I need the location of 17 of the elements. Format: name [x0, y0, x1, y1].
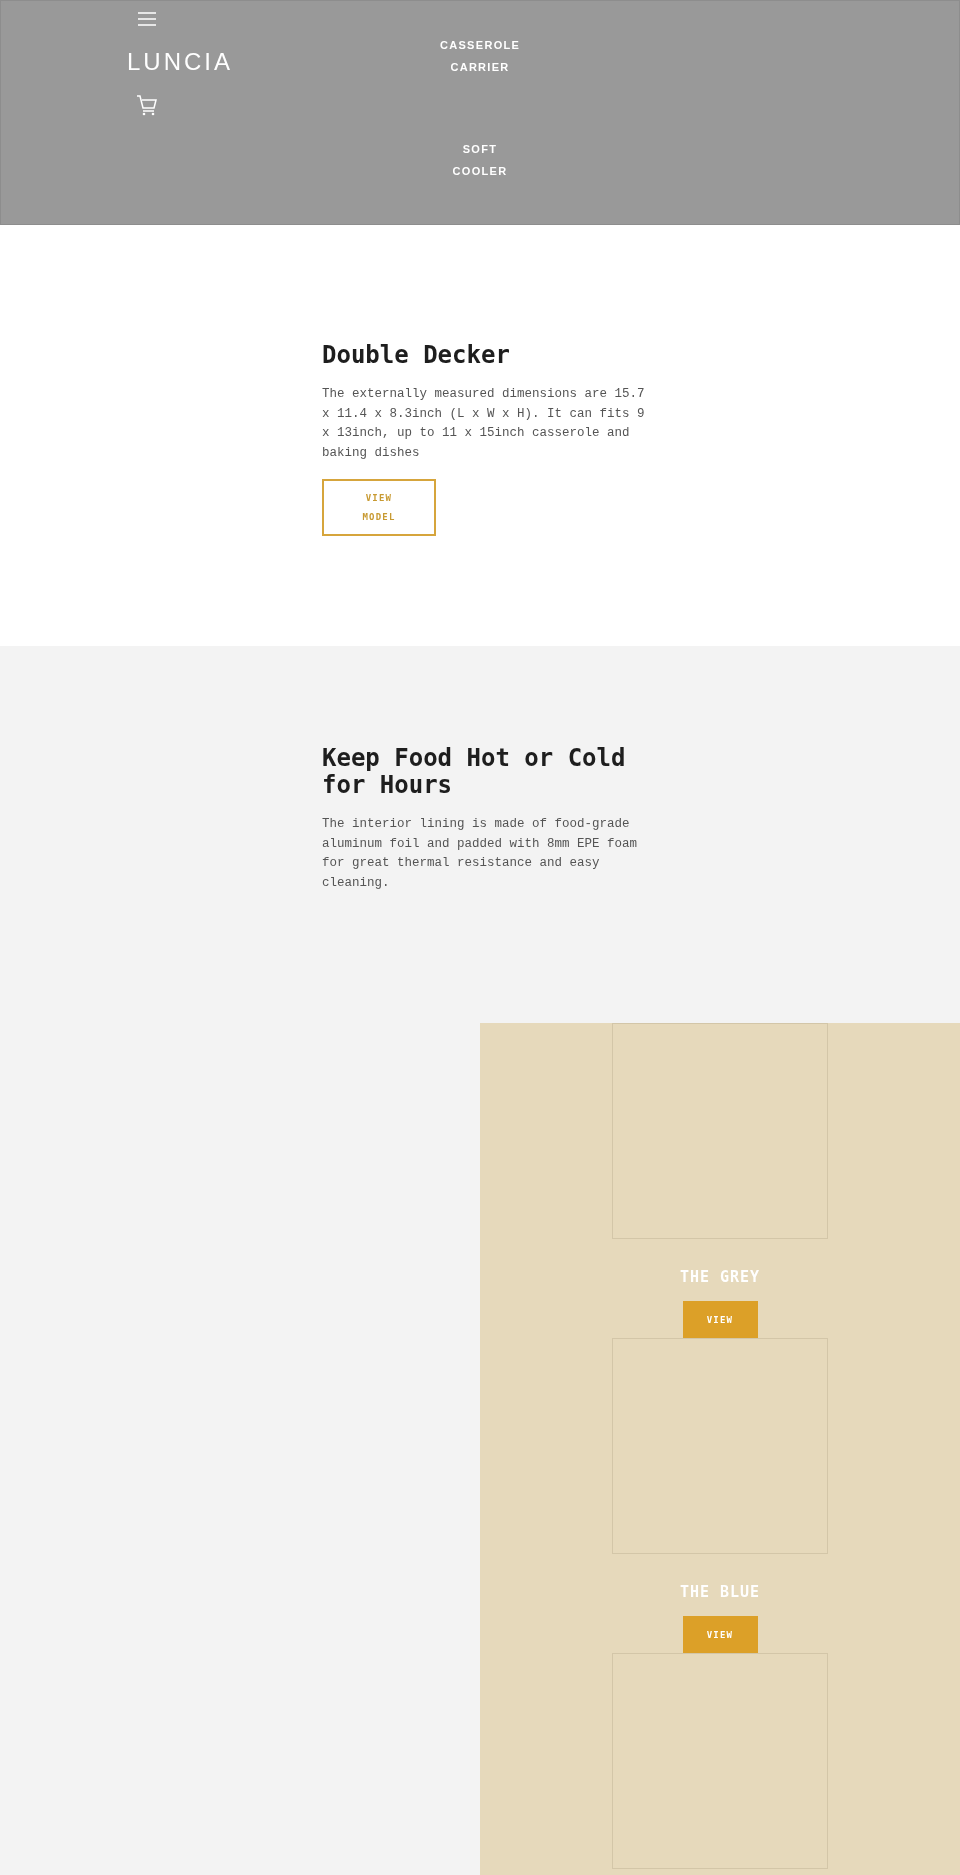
nav-link[interactable]: CASSEROLE CARRIER [440, 34, 520, 78]
product-title: THE BLUE [679, 1582, 761, 1602]
logo[interactable]: LUNCIA [127, 49, 234, 75]
menu-icon[interactable] [137, 11, 157, 27]
product-image-frame[interactable] [612, 1338, 828, 1554]
section-heading: Keep Food Hot or Cold for Hours [322, 745, 627, 799]
cart-icon[interactable] [136, 94, 158, 116]
view-button[interactable]: VIEW [682, 1301, 758, 1338]
section-heading: Double Decker [322, 342, 511, 369]
section-text: The externally measured dimensions are 15.7 x 11.4 x 8.3inch (L x W x H). It can fits 9 x 13inch, up to 11 x 15inch casserole and baking dishes [322, 386, 646, 462]
view-model-button[interactable]: VIEW MODEL [322, 479, 436, 536]
nav-link[interactable]: SOFT COOLER [440, 138, 520, 182]
view-button[interactable]: VIEW [682, 1616, 758, 1653]
section-text: The interior lining is made of food-grade aluminum foil and padded with 8mm EPE foam for great thermal resistance and easy cleaning. [322, 816, 639, 892]
product-title: THE GREY [679, 1267, 761, 1287]
product-image-frame[interactable] [612, 1023, 828, 1239]
product-image-frame[interactable] [612, 1653, 828, 1869]
